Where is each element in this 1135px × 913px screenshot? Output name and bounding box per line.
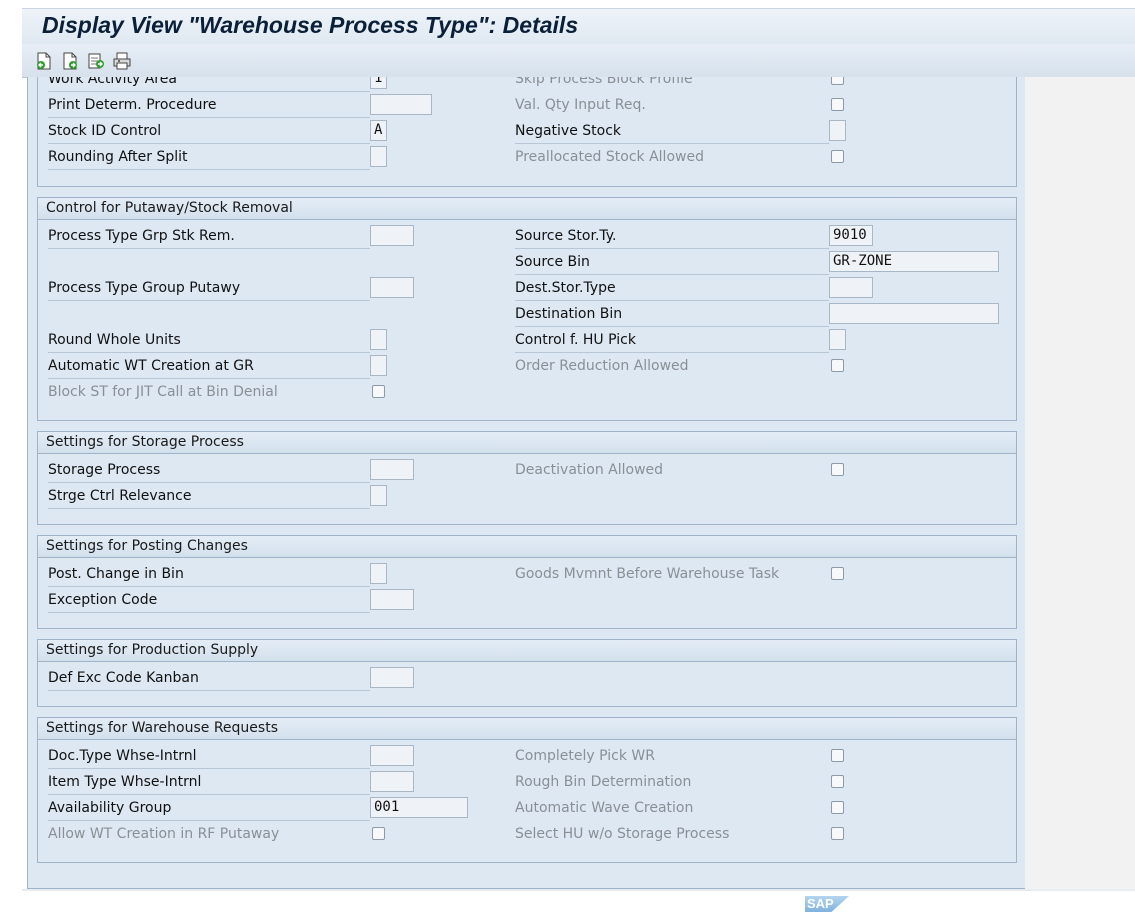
allow-wt-rf-putaway-label: Allow WT Creation in RF Putaway [48, 826, 280, 842]
posting-changes-title: Settings for Posting Changes [38, 536, 1016, 558]
exception-code-field[interactable] [370, 589, 414, 610]
item-type-whse-intrnl-label: Item Type Whse-Intrnl [48, 770, 370, 795]
production-supply-title: Settings for Production Supply [38, 640, 1016, 662]
automatic-wave-creation-label: Automatic Wave Creation [515, 800, 694, 816]
negative-stock-label: Negative Stock [515, 119, 829, 144]
post-change-in-bin-label: Post. Change in Bin [48, 562, 370, 587]
production-supply-group: Settings for Production Supply Def Exc C… [37, 639, 1017, 707]
automatic-wt-creation-gr-field[interactable] [370, 355, 387, 376]
preallocated-stock-allowed-checkbox[interactable] [831, 150, 844, 163]
goods-mvmnt-before-task-checkbox[interactable] [831, 567, 844, 580]
warehouse-requests-title: Settings for Warehouse Requests [38, 718, 1016, 740]
application-toolbar [22, 44, 1135, 78]
val-qty-input-req-checkbox[interactable] [831, 98, 844, 111]
round-whole-units-label: Round Whole Units [48, 328, 370, 353]
title-bar: Display View "Warehouse Process Type": D… [22, 8, 1135, 45]
putaway-removal-group: Control for Putaway/Stock Removal Proces… [37, 197, 1017, 421]
last-entry-icon[interactable] [87, 52, 105, 70]
process-type-group-putaway-label: Process Type Group Putawy [48, 276, 370, 301]
select-hu-wo-storage-label: Select HU w/o Storage Process [515, 826, 730, 842]
posting-changes-group: Settings for Posting Changes Post. Chang… [37, 535, 1017, 629]
availability-group-label: Availability Group [48, 796, 370, 821]
control-hu-pick-label: Control f. HU Pick [515, 328, 829, 353]
general-settings-group: Work Activity Area 1 Skip Process Block … [37, 77, 1017, 187]
warehouse-requests-group: Settings for Warehouse Requests Doc.Type… [37, 717, 1017, 863]
rough-bin-determination-label: Rough Bin Determination [515, 774, 692, 790]
round-whole-units-field[interactable] [370, 329, 387, 350]
negative-stock-field[interactable] [829, 120, 846, 141]
storage-process-field[interactable] [370, 459, 414, 480]
next-entry-icon[interactable] [61, 52, 79, 70]
source-bin-label: Source Bin [515, 250, 829, 275]
deactivation-allowed-checkbox[interactable] [831, 463, 844, 476]
source-stor-type-label: Source Stor.Ty. [515, 224, 829, 249]
completely-pick-wr-checkbox[interactable] [831, 749, 844, 762]
source-stor-type-field[interactable]: 9010 [829, 225, 873, 246]
work-activity-area-label: Work Activity Area [48, 77, 370, 92]
print-determ-procedure-label: Print Determ. Procedure [48, 93, 370, 118]
dest-stor-type-field[interactable] [829, 277, 873, 298]
doc-type-whse-intrnl-label: Doc.Type Whse-Intrnl [48, 744, 370, 769]
strge-ctrl-relevance-label: Strge Ctrl Relevance [48, 484, 370, 509]
first-entry-icon[interactable] [35, 52, 53, 70]
deactivation-allowed-label: Deactivation Allowed [515, 462, 664, 478]
val-qty-input-req-label: Val. Qty Input Req. [515, 97, 646, 113]
dest-stor-type-label: Dest.Stor.Type [515, 276, 829, 301]
right-empty-area [1025, 77, 1135, 891]
def-exc-code-kanban-field[interactable] [370, 667, 414, 688]
rounding-after-split-field[interactable] [370, 146, 387, 167]
process-type-group-putaway-field[interactable] [370, 277, 414, 298]
destination-bin-label: Destination Bin [515, 302, 829, 327]
destination-bin-field[interactable] [829, 303, 999, 324]
def-exc-code-kanban-label: Def Exc Code Kanban [48, 666, 370, 691]
putaway-removal-title: Control for Putaway/Stock Removal [38, 198, 1016, 220]
preallocated-stock-allowed-label: Preallocated Stock Allowed [515, 149, 704, 165]
allow-wt-rf-putaway-checkbox[interactable] [372, 827, 385, 840]
exception-code-label: Exception Code [48, 588, 370, 613]
storage-process-title: Settings for Storage Process [38, 432, 1016, 454]
skip-process-block-profile-label: Skip Process Block Profile [515, 77, 693, 87]
print-icon[interactable] [113, 52, 131, 70]
stock-id-control-field[interactable]: A [370, 120, 387, 141]
post-change-in-bin-field[interactable] [370, 563, 387, 584]
work-activity-area-field[interactable]: 1 [370, 77, 387, 89]
block-st-jit-checkbox[interactable] [372, 385, 385, 398]
storage-process-label: Storage Process [48, 458, 370, 483]
detail-content-area: Work Activity Area 1 Skip Process Block … [27, 77, 1026, 889]
automatic-wt-creation-gr-label: Automatic WT Creation at GR [48, 354, 370, 379]
block-st-jit-label: Block ST for JIT Call at Bin Denial [48, 384, 278, 400]
source-bin-field[interactable]: GR-ZONE [829, 251, 999, 272]
item-type-whse-intrnl-field[interactable] [370, 771, 414, 792]
print-determ-procedure-field[interactable] [370, 94, 432, 115]
order-reduction-allowed-label: Order Reduction Allowed [515, 358, 689, 374]
control-hu-pick-field[interactable] [829, 329, 846, 350]
rounding-after-split-label: Rounding After Split [48, 145, 370, 170]
process-type-grp-stk-rem-label: Process Type Grp Stk Rem. [48, 224, 370, 249]
doc-type-whse-intrnl-field[interactable] [370, 745, 414, 766]
strge-ctrl-relevance-field[interactable] [370, 485, 387, 506]
process-type-grp-stk-rem-field[interactable] [370, 225, 414, 246]
select-hu-wo-storage-checkbox[interactable] [831, 827, 844, 840]
status-bar-divider [22, 889, 1135, 891]
goods-mvmnt-before-task-label: Goods Mvmnt Before Warehouse Task [515, 566, 780, 582]
stock-id-control-label: Stock ID Control [48, 119, 370, 144]
automatic-wave-creation-checkbox[interactable] [831, 801, 844, 814]
completely-pick-wr-label: Completely Pick WR [515, 748, 655, 764]
skip-process-block-profile-checkbox[interactable] [831, 77, 844, 85]
rough-bin-determination-checkbox[interactable] [831, 775, 844, 788]
storage-process-group: Settings for Storage Process Storage Pro… [37, 431, 1017, 525]
order-reduction-allowed-checkbox[interactable] [831, 359, 844, 372]
sap-logo: SAP [805, 896, 849, 912]
availability-group-field[interactable]: 001 [370, 797, 468, 818]
page-title: Display View "Warehouse Process Type": D… [42, 12, 579, 38]
